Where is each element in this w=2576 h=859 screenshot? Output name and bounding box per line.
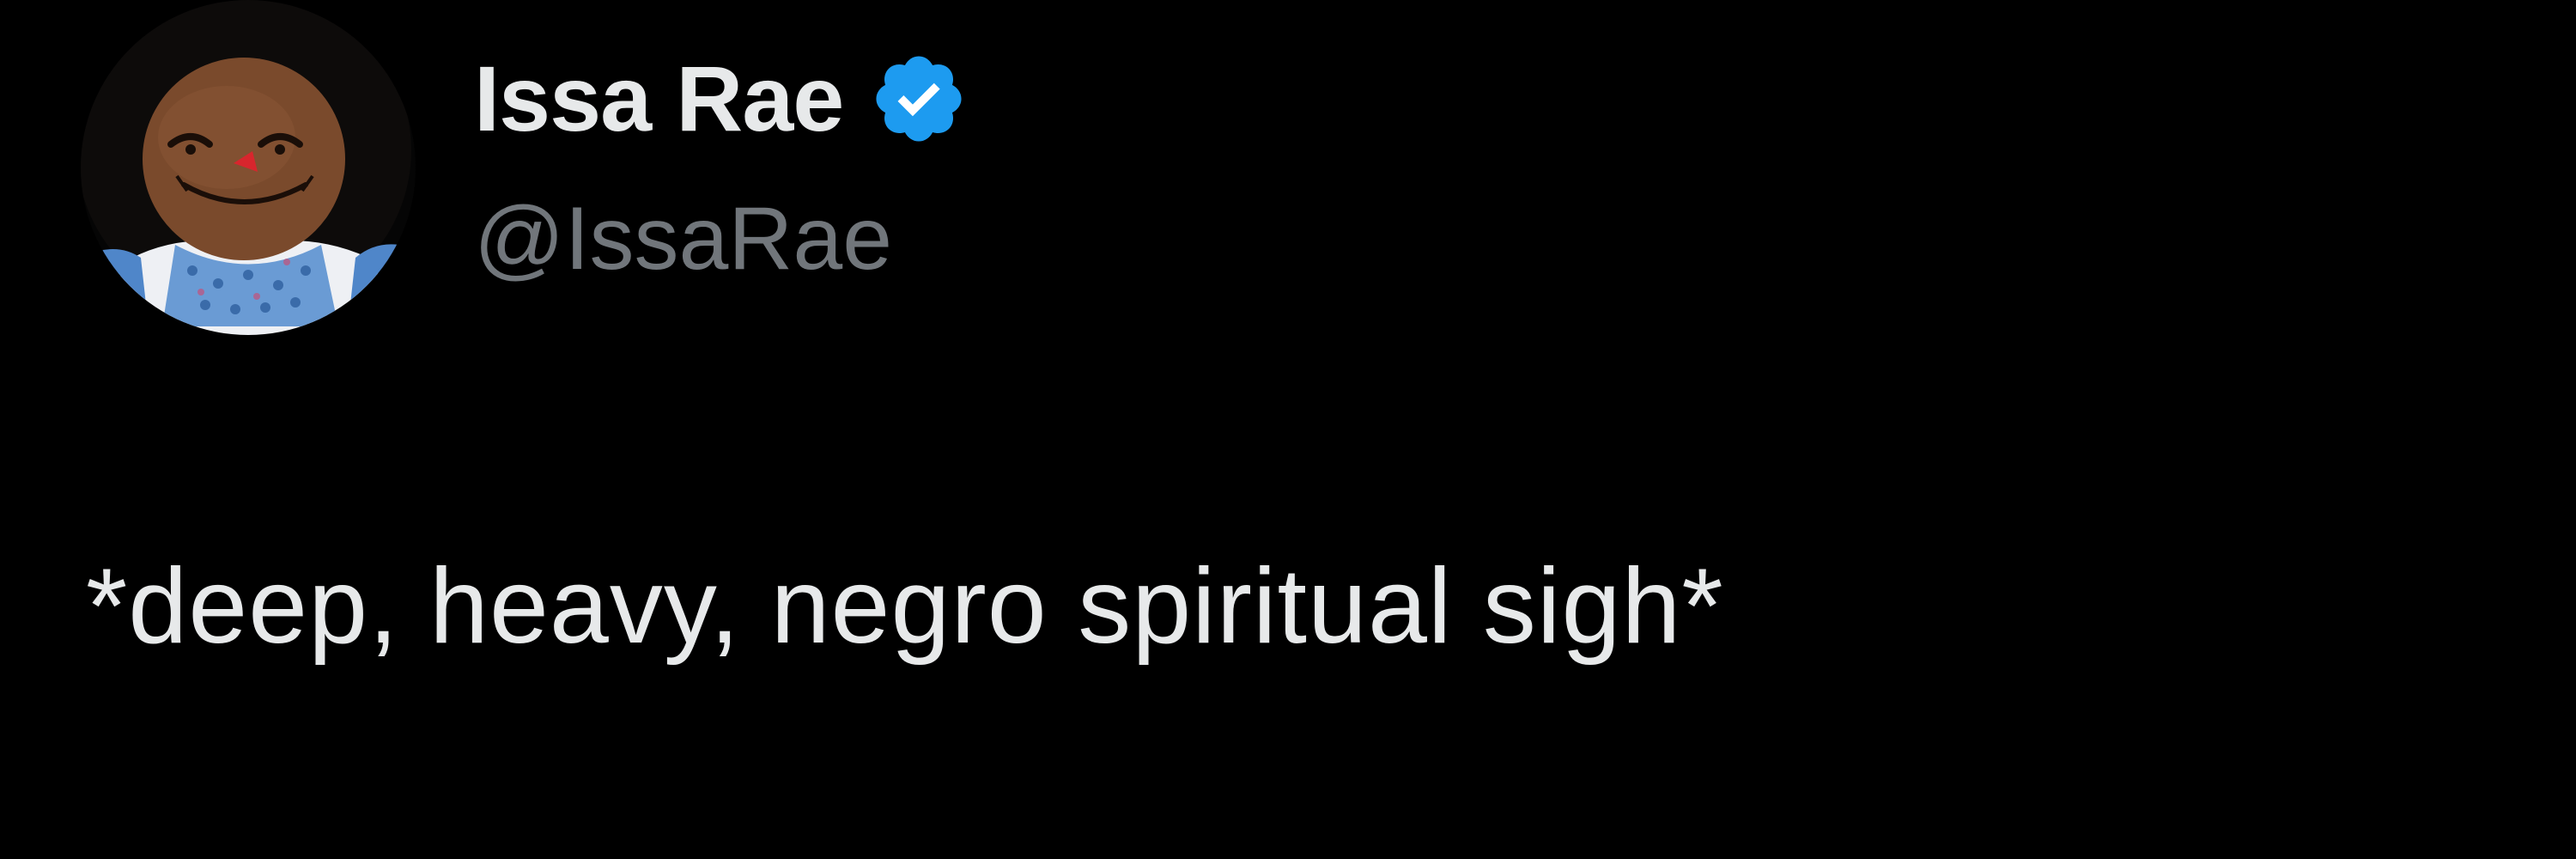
verified-badge-icon[interactable]	[869, 49, 969, 149]
avatar[interactable]	[81, 0, 416, 335]
user-handle[interactable]: @IssaRae	[474, 187, 892, 290]
tweet-card: Issa Rae @IssaRae *deep, heavy, negro sp…	[0, 0, 2576, 859]
doll-avatar-icon	[81, 0, 416, 335]
author-name-row: Issa Rae	[474, 43, 969, 155]
tweet-text: *deep, heavy, negro spiritual sigh*	[86, 547, 1724, 666]
display-name[interactable]: Issa Rae	[474, 43, 844, 155]
